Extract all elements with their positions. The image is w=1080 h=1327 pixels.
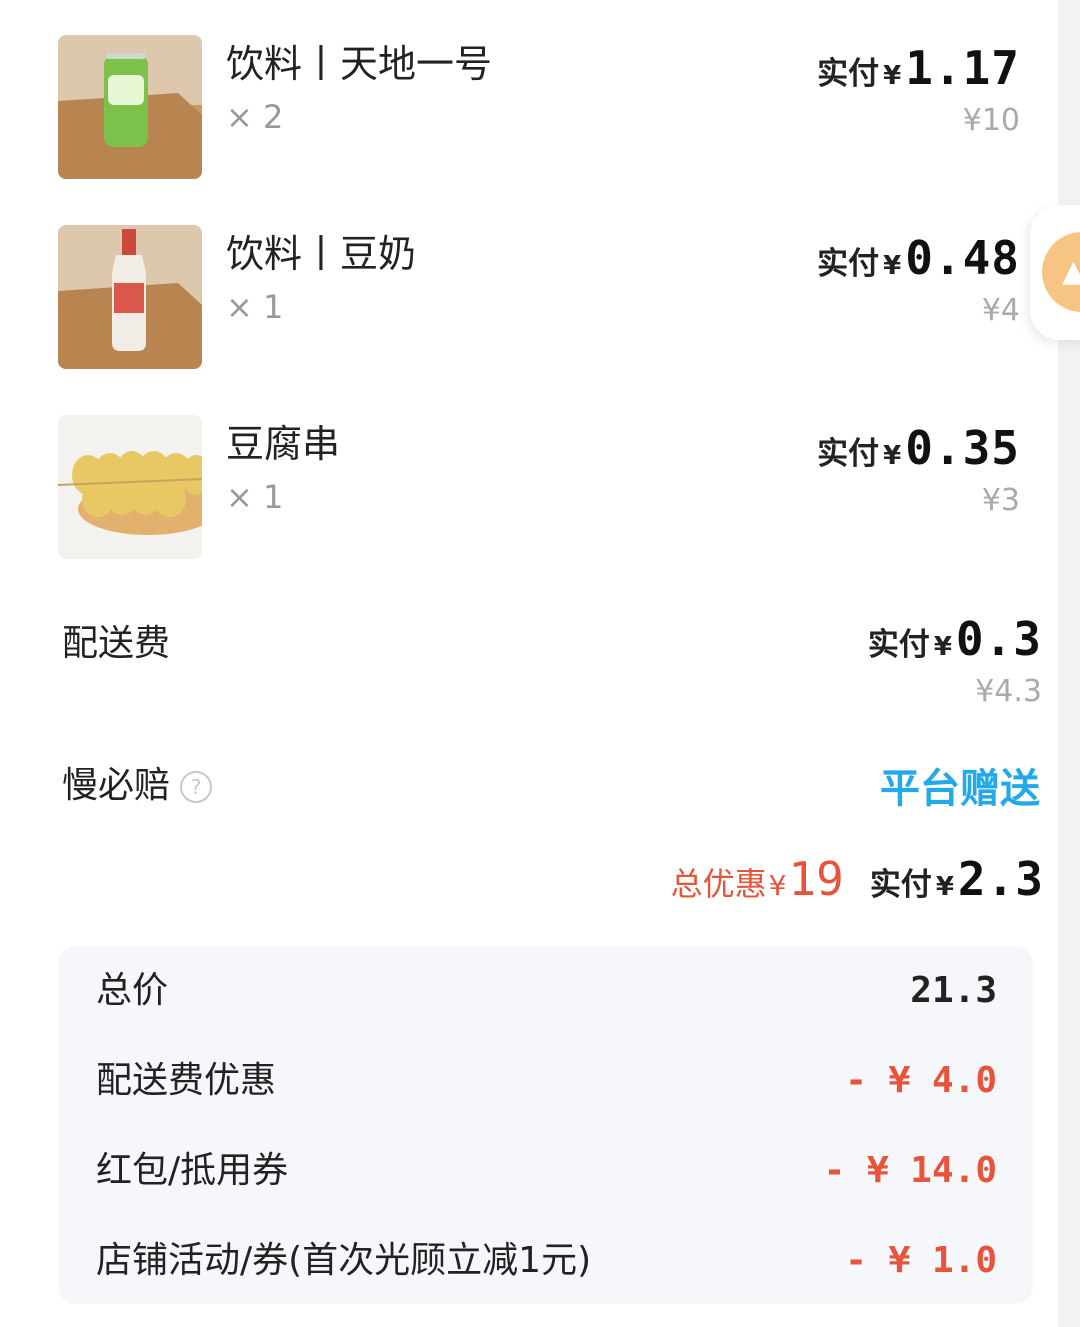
product-name: 豆腐串: [226, 422, 341, 466]
currency-symbol: ¥: [933, 632, 952, 662]
product-quantity: × 2: [226, 98, 284, 136]
breakdown-label: 配送费优惠: [96, 1060, 277, 1101]
product-name: 饮料丨天地一号: [226, 42, 493, 86]
delivery-actual-pay: 实付 ¥0.3: [868, 612, 1042, 666]
breakdown-label: 总价: [96, 970, 169, 1011]
actual-pay-value: 0.35: [905, 421, 1020, 475]
breakdown-row-total: 总价 21.3: [96, 966, 997, 1016]
actual-pay-label: 实付: [869, 867, 932, 903]
breakdown-label: 店铺活动/券(首次光顾立减1元): [96, 1240, 592, 1281]
original-price: ¥3: [981, 483, 1020, 518]
breakdown-row-delivery-discount: 配送费优惠 - ¥ 4.0: [96, 1056, 997, 1106]
total-discount-value: 19: [788, 852, 844, 906]
price-breakdown-panel: 总价 21.3 配送费优惠 - ¥ 4.0 红包/抵用券 - ¥ 14.0 店铺…: [58, 946, 1033, 1304]
product-name: 饮料丨豆奶: [226, 232, 417, 276]
actual-pay-label: 实付: [817, 246, 880, 282]
delivery-fee-label: 配送费: [62, 623, 171, 664]
breakdown-value: - ¥ 1.0: [845, 1240, 997, 1281]
late-compensation-label: 慢必赔: [62, 765, 171, 806]
currency-symbol: ¥: [883, 251, 902, 281]
breakdown-label: 红包/抵用券: [96, 1150, 289, 1191]
breakdown-value: 21.3: [910, 970, 997, 1011]
currency-symbol: ¥: [935, 872, 954, 902]
actual-pay: 实付 ¥0.48: [817, 231, 1020, 285]
order-item[interactable]: 饮料丨豆奶 × 1 实付 ¥0.48 ¥4: [0, 225, 1058, 375]
product-quantity: × 1: [226, 478, 284, 516]
actual-pay: 实付 ¥0.35: [817, 421, 1020, 475]
order-item[interactable]: 饮料丨天地一号 × 2 实付 ¥1.17 ¥10: [0, 35, 1058, 185]
actual-pay: 实付 ¥1.17: [817, 41, 1020, 95]
actual-pay-label: 实付: [867, 627, 930, 663]
help-icon[interactable]: ?: [180, 771, 213, 803]
actual-pay-value: 0.3: [955, 612, 1042, 666]
original-price: ¥10: [962, 103, 1020, 138]
total-discount-label: 总优惠: [670, 865, 767, 903]
platform-gift-label: 平台赠送: [880, 766, 1040, 812]
actual-pay-value: 1.17: [905, 41, 1020, 95]
actual-pay-value: 0.48: [905, 231, 1020, 285]
breakdown-row-store-promo: 店铺活动/券(首次光顾立减1元) - ¥ 1.0: [96, 1236, 997, 1286]
currency-symbol: ¥: [883, 61, 902, 91]
actual-pay-label: 实付: [817, 56, 880, 92]
breakdown-value: - ¥ 4.0: [845, 1060, 997, 1101]
product-image-soy-milk: [58, 225, 202, 369]
currency-symbol: ¥: [768, 869, 787, 902]
order-item[interactable]: 豆腐串 × 1 实付 ¥0.35 ¥3: [0, 415, 1058, 565]
actual-pay-label: 实付: [817, 436, 880, 472]
currency-symbol: ¥: [883, 441, 902, 471]
late-compensation-row: 慢必赔?: [62, 756, 213, 808]
order-summary-line: 总优惠¥19 实付 ¥2.3: [671, 852, 1044, 906]
product-quantity: × 1: [226, 288, 284, 326]
actual-pay-total: 2.3: [957, 852, 1044, 906]
delivery-original-price: ¥4.3: [975, 674, 1042, 709]
breakdown-row-coupon: 红包/抵用券 - ¥ 14.0: [96, 1146, 997, 1196]
breakdown-value: - ¥ 14.0: [823, 1150, 997, 1191]
original-price: ¥4: [981, 293, 1020, 328]
product-image-green-can: [58, 35, 202, 179]
page-background-edge: [1058, 0, 1080, 1327]
product-image-tofu-skewers: [58, 415, 202, 559]
